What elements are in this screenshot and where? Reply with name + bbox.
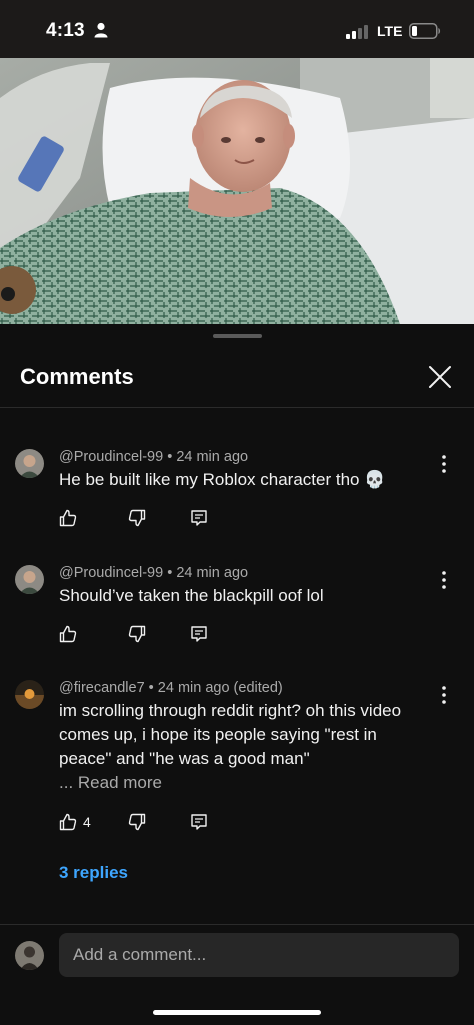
more-vert-icon: [442, 571, 446, 589]
comment-more-button[interactable]: [437, 685, 451, 705]
view-replies-button[interactable]: 3 replies: [59, 863, 128, 883]
comment-meta: @Proudincel-99 • 24 min ago: [59, 449, 249, 465]
composer-divider: [0, 924, 474, 925]
battery-icon: [409, 23, 441, 44]
close-button[interactable]: [426, 363, 454, 391]
video-player[interactable]: [0, 58, 474, 324]
close-icon: [429, 366, 451, 388]
comment-actions: [59, 625, 259, 647]
comment-actions: [59, 509, 259, 531]
my-avatar: [15, 941, 44, 970]
thumbs-up-icon: [59, 509, 77, 527]
reply-button[interactable]: [190, 509, 208, 532]
dislike-button[interactable]: [128, 509, 146, 532]
add-comment-input[interactable]: Add a comment...: [59, 933, 459, 977]
status-time: 4:13: [46, 20, 85, 41]
comment-more-button[interactable]: [437, 570, 451, 590]
avatar[interactable]: [15, 449, 44, 478]
status-bar: 4:13 LTE: [0, 0, 474, 58]
comment-text: He be built like my Roblox character tho…: [59, 470, 386, 489]
person-icon: [94, 22, 108, 43]
header-divider: [0, 407, 474, 408]
reply-icon: [191, 510, 207, 526]
avatar[interactable]: [15, 565, 44, 594]
comments-panel: Comments @Proudincel-99 • 24 min ago He …: [0, 324, 474, 1025]
comment-meta: @Proudincel-99 • 24 min ago: [59, 565, 249, 581]
cellular-signal-icon: [346, 25, 370, 44]
like-button[interactable]: [59, 625, 77, 648]
avatar[interactable]: [15, 680, 44, 709]
thumbs-up-icon: [59, 813, 77, 831]
home-indicator: [153, 1010, 321, 1015]
like-button[interactable]: [59, 509, 77, 532]
thumbs-up-icon: [59, 625, 77, 643]
more-vert-icon: [442, 686, 446, 704]
reply-button[interactable]: [190, 625, 208, 648]
comment-more-button[interactable]: [437, 454, 451, 474]
panel-title: Comments: [20, 364, 134, 389]
comment-text-body: im scrolling through reddit right? oh th…: [59, 701, 402, 768]
reply-icon: [191, 814, 207, 830]
thumbs-down-icon: [128, 625, 146, 643]
dislike-button[interactable]: [128, 813, 146, 836]
network-type: LTE: [377, 23, 403, 39]
comment-meta: @firecandle7 • 24 min ago (edited): [59, 680, 283, 696]
comment-text: Should’ve taken the blackpill oof lol: [59, 586, 324, 605]
thumbs-down-icon: [128, 509, 146, 527]
like-button[interactable]: 4: [59, 813, 99, 833]
drag-handle[interactable]: [213, 334, 262, 338]
thumbs-down-icon: [128, 813, 146, 831]
read-more-link[interactable]: ... Read more: [59, 773, 162, 792]
reply-icon: [191, 626, 207, 642]
like-count: 4: [83, 814, 91, 830]
dislike-button[interactable]: [128, 625, 146, 648]
comment-actions: 4: [59, 813, 259, 835]
reply-button[interactable]: [190, 813, 208, 836]
video-frame-image: [0, 58, 474, 324]
more-vert-icon: [442, 455, 446, 473]
comment-text: im scrolling through reddit right? oh th…: [59, 699, 431, 795]
